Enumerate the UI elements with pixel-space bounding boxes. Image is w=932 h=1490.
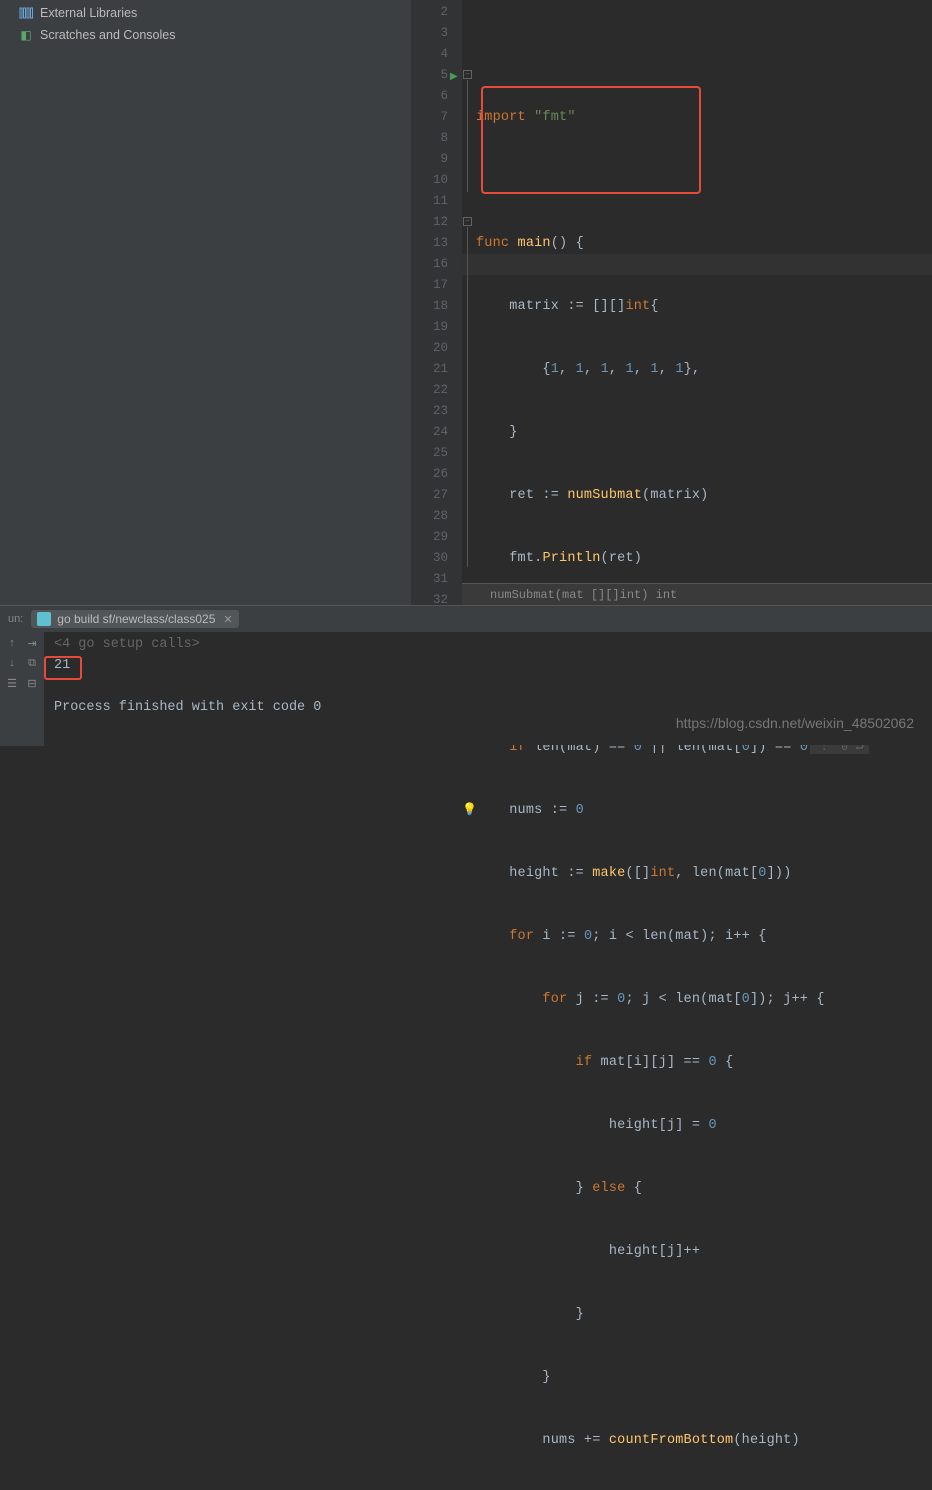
console-output-line: 21 (54, 655, 922, 676)
run-tab-label: go build sf/newclass/class025 (57, 612, 215, 626)
code-area[interactable]: − − import "fmt" func main() { matrix :=… (462, 0, 932, 605)
watermark-text: https://blog.csdn.net/weixin_48502062 (676, 715, 914, 731)
current-line-highlight (462, 254, 932, 275)
console-collapse-icon[interactable]: ⇥ (24, 636, 40, 652)
code-editor: 2 3 4 5 ▶ 6 7 8 9 10 11 12 13 16 17 18 1… (412, 0, 932, 605)
fold-marker-icon[interactable]: − (463, 217, 472, 226)
console-up-icon[interactable]: ↑ (4, 636, 20, 652)
run-label: un: (8, 613, 23, 625)
code-content[interactable]: import "fmt" func main() { matrix := [][… (462, 2, 932, 1490)
fold-marker-icon[interactable]: − (463, 70, 472, 79)
run-gutter-icon[interactable]: ▶ (450, 67, 458, 88)
library-icon (18, 5, 34, 21)
project-sidebar: External Libraries ◧ Scratches and Conso… (0, 0, 412, 605)
console-down-icon[interactable]: ↓ (4, 656, 20, 672)
console-toolbar: ↑ ⇥ ↓ ⧉ ☰ ⊟ (0, 632, 44, 746)
console-setup-line: <4 go setup calls> (54, 634, 922, 655)
run-config-tab[interactable]: go build sf/newclass/class025 ✕ (31, 610, 238, 628)
fold-column: − − (462, 2, 474, 607)
sidebar-item-external-libraries[interactable]: External Libraries (0, 2, 411, 24)
line-number-gutter: 2 3 4 5 ▶ 6 7 8 9 10 11 12 13 16 17 18 1… (412, 0, 462, 605)
scratches-icon: ◧ (18, 27, 34, 43)
console-filter-icon[interactable]: ⧉ (24, 656, 40, 672)
breadcrumb-bar[interactable]: numSubmat(mat [][]int) int (462, 583, 932, 605)
run-tab-bar: un: go build sf/newclass/class025 ✕ (0, 606, 932, 632)
go-icon (37, 612, 51, 626)
intention-bulb-icon[interactable]: 💡 (462, 800, 477, 821)
console-settings-icon[interactable]: ☰ (4, 676, 20, 692)
close-icon[interactable]: ✕ (223, 613, 232, 626)
console-layout-icon[interactable]: ⊟ (24, 676, 40, 692)
sidebar-item-label: External Libraries (40, 6, 137, 20)
sidebar-item-scratches[interactable]: ◧ Scratches and Consoles (0, 24, 411, 46)
sidebar-item-label: Scratches and Consoles (40, 28, 176, 42)
